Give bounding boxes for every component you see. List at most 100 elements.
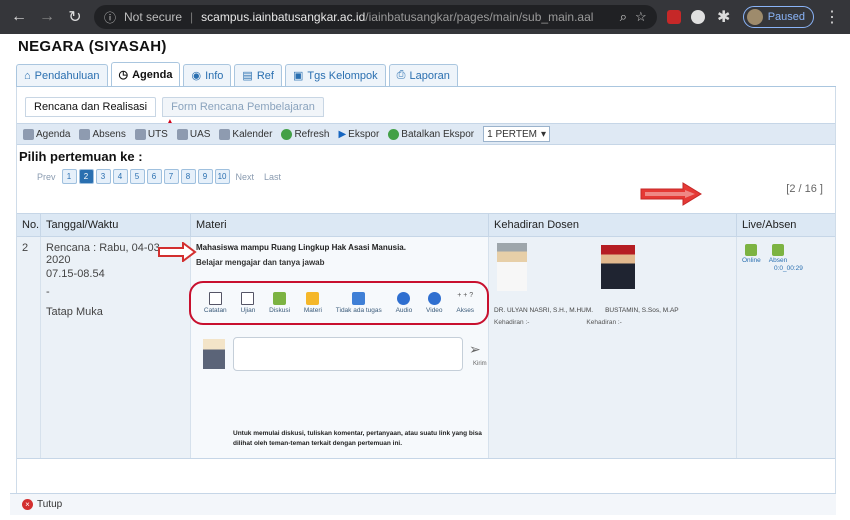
online-button[interactable]: Online (742, 244, 761, 264)
print-icon (134, 128, 146, 140)
lecturer-status: Kehadiran :- (586, 319, 622, 326)
page-button-current[interactable]: 2 (78, 169, 94, 184)
lecturer-name: DR. ULYAN NASRI, S.H., M.HUM. (494, 307, 594, 314)
agenda-button[interactable]: Agenda (23, 128, 70, 140)
tab-info[interactable]: ◉ Info (183, 64, 232, 86)
materi-tools: Catatan Ujian Diskusi Materi Tidak ada t… (189, 281, 489, 325)
tool-label: Tidak ada tugas (335, 307, 382, 314)
uts-button[interactable]: UTS (134, 128, 168, 140)
lecturer-photo (601, 245, 635, 289)
absen-icon (772, 244, 785, 256)
page-button[interactable]: 7 (163, 169, 179, 184)
extension-icon[interactable] (690, 10, 705, 24)
meeting-mode: Tatap Muka (46, 306, 103, 318)
online-icon (745, 244, 758, 256)
tab-pendahuluan[interactable]: ⌂ Pendahuluan (16, 64, 108, 86)
toolbar-label: UTS (147, 128, 168, 140)
clock-icon: ◷ (118, 69, 129, 81)
tab-tgs-kelompok[interactable]: ▣ Tgs Kelompok (284, 64, 386, 86)
profile-status: Paused (767, 11, 805, 23)
header-materi: Materi (191, 214, 489, 236)
absen-time: 0:0_00:29 (774, 265, 803, 272)
page-button[interactable]: 10 (214, 169, 230, 184)
zoom-icon[interactable]: ⌕ (620, 9, 627, 25)
pager-last[interactable]: Last (264, 172, 281, 182)
discussion-note: Untuk memulai diskusi, tuliskan komentar… (233, 430, 482, 447)
absens-button[interactable]: Absens (79, 128, 126, 140)
security-label: Not secure (124, 10, 183, 24)
comment-input[interactable] (233, 337, 463, 371)
close-icon[interactable]: × (22, 499, 33, 510)
tab-laporan[interactable]: ⎙ Laporan (388, 64, 458, 86)
url-host: scampus.iainbatusangkar.ac.id (201, 10, 366, 24)
audio-button[interactable]: Audio (396, 292, 412, 314)
print-icon (176, 128, 188, 140)
bottom-bar: × Tutup (10, 493, 836, 515)
profile-button[interactable]: Paused (742, 6, 814, 28)
page-button[interactable]: 8 (180, 169, 196, 184)
toolbar-label: Absens (92, 128, 126, 140)
video-icon (427, 292, 441, 305)
menu-icon[interactable]: ⋮ (824, 7, 840, 27)
group-icon: ▣ (292, 70, 304, 82)
tab-agenda[interactable]: ◷ Agenda (110, 62, 181, 86)
forward-icon[interactable]: → (38, 8, 56, 26)
address-separator: | (190, 10, 194, 24)
diskusi-button[interactable]: Diskusi (269, 292, 290, 314)
header-tanggal: Tanggal/Waktu (41, 214, 191, 236)
absen-button[interactable]: Absen (769, 244, 787, 264)
subtab-form-rencana[interactable]: Form Rencana Pembelajaran (162, 97, 324, 117)
pertemuan-select[interactable]: 1 PERTEM ▾ (483, 126, 550, 142)
main-tabs: ⌂ Pendahuluan ◷ Agenda ◉ Info ▤ Ref ▣ Tgs Kel… (16, 62, 458, 86)
cell-no: 2 (17, 237, 41, 458)
book-icon: ▤ (242, 70, 253, 82)
page-button[interactable]: 4 (112, 169, 128, 184)
cancel-icon (388, 128, 400, 140)
toolbar-label: UAS (189, 128, 211, 140)
tugas-button[interactable]: Tidak ada tugas (336, 292, 382, 314)
globe-icon: ◉ (191, 70, 202, 82)
back-icon[interactable]: ← (10, 8, 28, 26)
send-icon[interactable]: ➢ (469, 341, 481, 358)
close-label[interactable]: Tutup (37, 499, 62, 510)
bookmark-star-icon[interactable]: ☆ (635, 9, 647, 25)
page-button[interactable]: 9 (197, 169, 213, 184)
tab-label: Tgs Kelompok (307, 69, 378, 82)
calendar-icon (23, 128, 34, 140)
live-label: Online (742, 257, 761, 264)
reload-icon[interactable]: ↻ (66, 7, 84, 27)
page-button[interactable]: 6 (146, 169, 162, 184)
pager-next[interactable]: Next (236, 172, 255, 182)
page-button[interactable]: 1 (61, 169, 77, 184)
akses-button[interactable]: + + ? Akses (456, 292, 474, 314)
refresh-button[interactable]: Refresh (281, 128, 329, 140)
tab-ref[interactable]: ▤ Ref (234, 64, 282, 86)
ujian-button[interactable]: Ujian (241, 292, 255, 314)
extensions-puzzle-icon[interactable]: ✱ (715, 7, 733, 27)
video-button[interactable]: Video (426, 292, 443, 314)
subtab-rencana-realisasi[interactable]: Rencana dan Realisasi (25, 97, 157, 117)
lecturer-statuses: Kehadiran :- Kehadiran :- (494, 319, 622, 326)
folder-icon (306, 292, 320, 305)
catatan-button[interactable]: Catatan (204, 292, 227, 314)
table-header: No. Tanggal/Waktu Materi Kehadiran Dosen… (17, 213, 835, 237)
uas-button[interactable]: UAS (176, 128, 211, 140)
pager-prev[interactable]: Prev (37, 172, 56, 182)
extension-icon[interactable] (666, 10, 681, 24)
lecturer-photo (497, 243, 527, 291)
table-row: 2 Rencana : Rabu, 04-03-2020 07.15-08.54… (17, 237, 835, 459)
ekspor-button[interactable]: ▶ Ekspor (338, 129, 379, 140)
page-button[interactable]: 3 (95, 169, 111, 184)
batalkan-ekspor-button[interactable]: Batalkan Ekspor (388, 128, 474, 140)
materi-button[interactable]: Materi (304, 292, 322, 314)
access-badge: + + ? (457, 292, 474, 299)
kalender-button[interactable]: Kalender (219, 128, 272, 140)
lecturer-status: Kehadiran :- (494, 319, 530, 326)
info-icon[interactable]: ⓘ (104, 9, 116, 26)
address-bar[interactable]: ⓘ Not secure | scampus.iainbatusangkar.a… (94, 5, 657, 29)
live-label: Absen (768, 257, 788, 264)
tab-label: Laporan (409, 69, 450, 82)
page-button[interactable]: 5 (129, 169, 145, 184)
chevron-down-icon: ▾ (540, 128, 546, 140)
profile-avatar (746, 9, 763, 25)
